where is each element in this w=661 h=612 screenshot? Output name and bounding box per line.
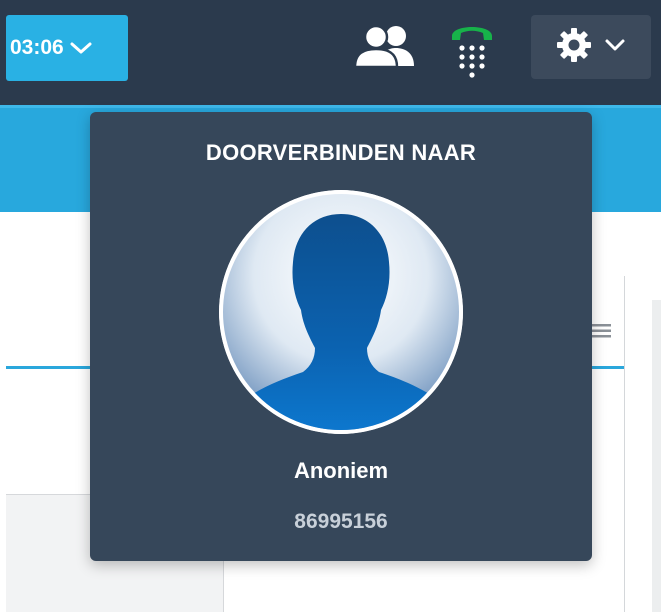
contact-number: 86995156	[294, 510, 388, 533]
call-timer-label: 03:06	[10, 36, 64, 59]
gear-icon	[556, 27, 592, 68]
scrollbar[interactable]	[652, 300, 661, 612]
call-timer-button[interactable]: 03:06	[6, 15, 128, 81]
chevron-down-icon	[69, 40, 93, 56]
top-navigation-bar: 03:06	[0, 0, 661, 105]
popover-title: DOORVERBINDEN NAAR	[205, 140, 477, 165]
anonymous-avatar-icon	[219, 190, 463, 434]
transfer-popover: DOORVERBINDEN NAAR Anoniem 86995156	[90, 112, 592, 561]
chevron-down-icon	[604, 38, 626, 57]
settings-button[interactable]	[531, 15, 651, 79]
contact-name: Anoniem	[293, 458, 389, 483]
dialpad-phone-icon[interactable]	[446, 20, 498, 78]
content-border	[624, 276, 625, 612]
hamburger-menu-icon[interactable]	[589, 324, 611, 338]
contacts-icon[interactable]	[352, 24, 422, 69]
